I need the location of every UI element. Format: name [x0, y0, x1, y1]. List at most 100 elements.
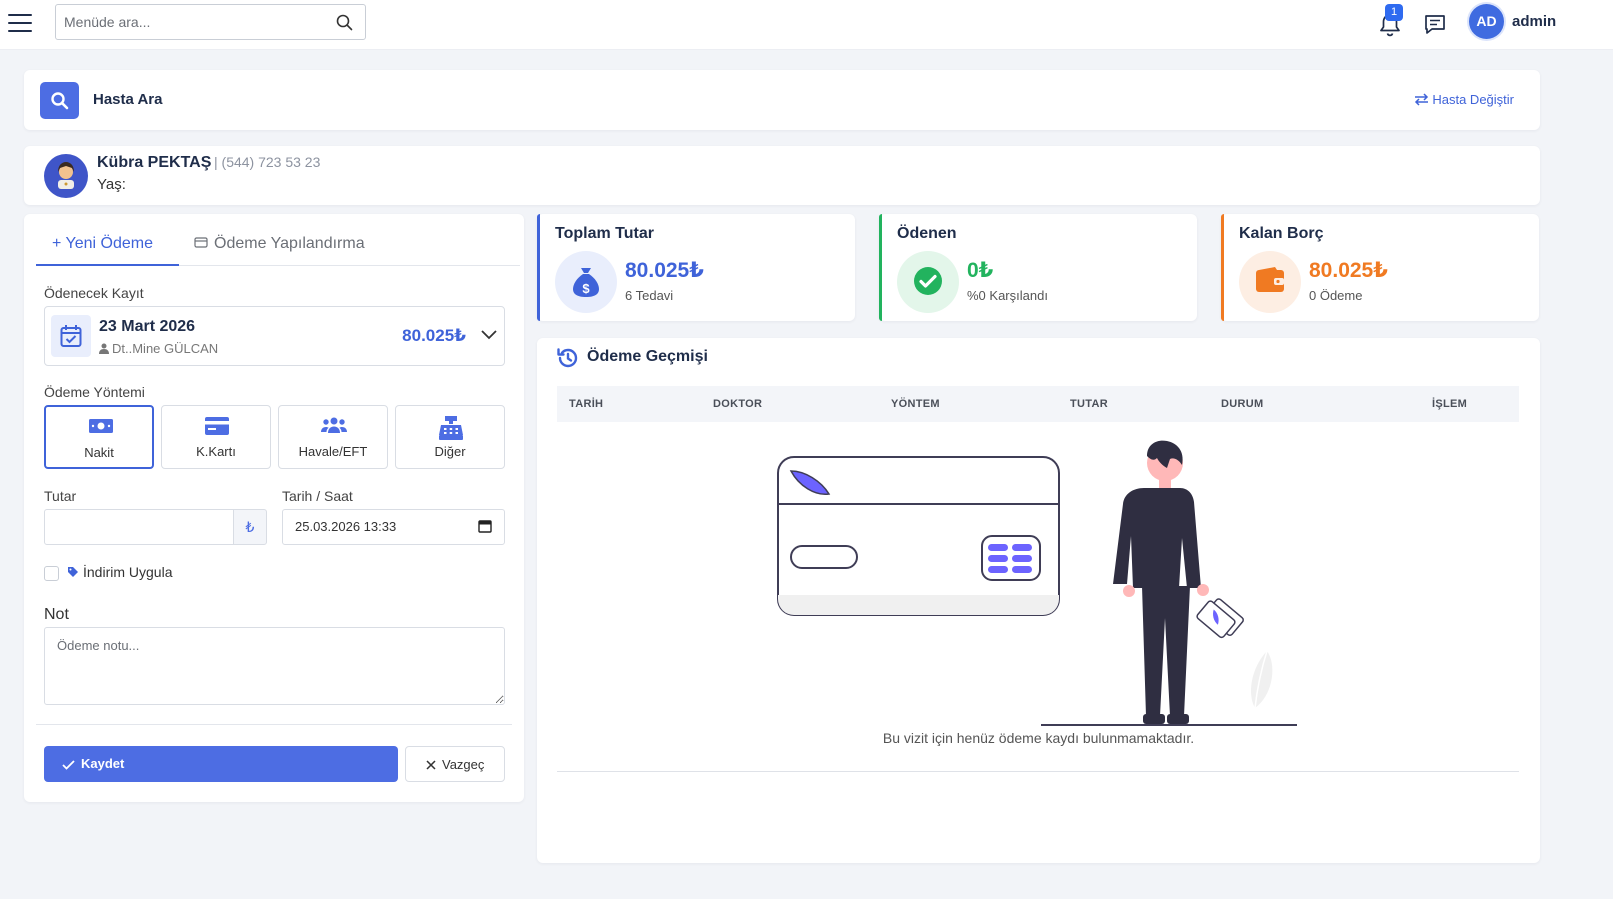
datetime-input[interactable]: 25.03.2026 13:33 [282, 509, 505, 545]
wallet-icon [1239, 251, 1301, 313]
stat-card-paid: Ödenen 0₺ %0 Karşılandı [879, 214, 1197, 321]
method-other-button[interactable]: Diğer [395, 405, 505, 469]
patient-search-title: Hasta Ara [93, 91, 163, 108]
note-textarea[interactable] [44, 627, 505, 705]
stat-accent-bar [1221, 214, 1224, 321]
stat-title: Ödenen [897, 225, 957, 242]
record-doctor: Dt..Mine GÜLCAN [99, 341, 218, 356]
method-transfer-label: Havale/EFT [298, 444, 368, 459]
top-navbar: 1 AD admin [0, 0, 1613, 50]
save-button[interactable]: Kaydet [44, 746, 398, 782]
search-icon[interactable] [336, 14, 353, 31]
discount-label[interactable]: İndirim Uygula [67, 564, 172, 580]
column-header-action: İŞLEM [1432, 398, 1468, 410]
history-divider [557, 771, 1519, 772]
tab-restructure-label: Ödeme Yapılandırma [214, 235, 365, 252]
method-cash-label: Nakit [84, 445, 114, 460]
calendar-check-icon [51, 315, 91, 357]
record-doctor-name: Dt..Mine GÜLCAN [112, 341, 219, 356]
stat-value: 80.025₺ [1309, 259, 1388, 282]
record-date: 23 Mart 2026 [99, 318, 196, 335]
datetime-value: 25.03.2026 13:33 [295, 519, 397, 534]
patient-age: Yaş: [97, 176, 126, 193]
change-patient-link[interactable]: Hasta Değiştir [1414, 92, 1514, 107]
stat-subtitle: 0 Ödeme [1309, 288, 1363, 303]
cash-register-icon [439, 416, 463, 440]
patient-avatar [44, 154, 88, 198]
stat-accent-bar [879, 214, 882, 321]
method-label: Ödeme Yöntemi [44, 384, 145, 400]
discount-label-text: İndirim Uygula [83, 564, 173, 580]
empty-history-message: Bu vizit için henüz ödeme kaydı bulunmam… [882, 730, 1195, 746]
column-header-doctor: DOKTOR [713, 398, 763, 410]
record-amount: 80.025₺ [402, 326, 466, 345]
stat-accent-bar [537, 214, 540, 321]
method-other-label: Diğer [434, 444, 466, 459]
hamburger-menu-icon[interactable] [8, 14, 32, 34]
note-label: Not [44, 606, 69, 623]
money-bag-icon: $ [555, 251, 617, 313]
method-card-label: K.Kartı [196, 444, 236, 459]
patient-search-button[interactable] [40, 82, 79, 119]
swap-icon [1415, 93, 1429, 106]
tab-payment-restructure[interactable]: Ödeme Yapılandırma [194, 230, 365, 266]
method-card-button[interactable]: K.Kartı [161, 405, 271, 469]
check-icon [62, 760, 75, 770]
stat-title: Toplam Tutar [555, 225, 654, 242]
column-header-amount: TUTAR [1070, 398, 1108, 410]
chevron-down-icon [481, 330, 497, 340]
payment-tabs: + Yeni Ödeme Ödeme Yapılandırma [36, 230, 520, 266]
cash-icon [89, 419, 113, 433]
change-patient-label: Hasta Değiştir [1432, 92, 1514, 107]
amount-input[interactable] [44, 509, 234, 545]
payment-history-card: Ödeme Geçmişi TARİH DOKTOR YÖNTEM TUTAR … [537, 338, 1540, 863]
stat-card-remaining: Kalan Borç 80.025₺ 0 Ödeme [1221, 214, 1539, 321]
notification-badge: 1 [1385, 4, 1403, 21]
column-header-method: YÖNTEM [891, 398, 940, 410]
column-header-status: DURUM [1221, 398, 1264, 410]
patient-info-card: Kübra PEKTAŞ | (544) 723 53 23 Yaş: [24, 146, 1540, 205]
history-table-header: TARİH DOKTOR YÖNTEM TUTAR DURUM İŞLEM [557, 386, 1519, 422]
cancel-button-label: Vazgeç [442, 757, 485, 772]
stat-card-total: Toplam Tutar $ 80.025₺ 6 Tedavi [537, 214, 855, 321]
history-title: Ödeme Geçmişi [587, 348, 708, 365]
tab-new-payment[interactable]: + Yeni Ödeme [36, 230, 179, 266]
doctor-icon [99, 343, 109, 354]
form-divider [36, 724, 512, 725]
save-button-label: Kaydet [81, 756, 125, 771]
patient-phone: | (544) 723 53 23 [214, 154, 320, 170]
patient-search-card: Hasta Ara Hasta Değiştir [24, 70, 1540, 130]
stat-subtitle: %0 Karşılandı [967, 288, 1048, 303]
tag-icon [68, 567, 78, 577]
phone-text: | (544) 723 53 23 [214, 154, 321, 170]
record-select[interactable]: 23 Mart 2026 Dt..Mine GÜLCAN 80.025₺ [44, 306, 505, 366]
card-icon [194, 237, 208, 248]
discount-checkbox[interactable] [44, 566, 59, 581]
stat-value: 80.025₺ [625, 259, 704, 282]
chat-icon[interactable] [1423, 12, 1447, 36]
amount-label: Tutar [44, 488, 77, 504]
payment-form-card: + Yeni Ödeme Ödeme Yapılandırma Ödenecek… [24, 214, 524, 802]
record-label: Ödenecek Kayıt [44, 285, 144, 301]
close-icon [426, 760, 436, 770]
column-header-date: TARİH [569, 398, 604, 410]
method-transfer-button[interactable]: Havale/EFT [278, 405, 388, 469]
empty-payment-illustration [777, 440, 1297, 726]
stat-subtitle: 6 Tedavi [625, 288, 674, 303]
users-icon [321, 417, 347, 433]
datetime-label: Tarih / Saat [282, 488, 353, 504]
search-icon [51, 92, 69, 110]
user-avatar[interactable]: AD [1469, 4, 1504, 39]
patient-name: Kübra PEKTAŞ [97, 154, 212, 171]
stat-title: Kalan Borç [1239, 225, 1324, 242]
svg-text:$: $ [582, 281, 590, 296]
method-cash-button[interactable]: Nakit [44, 405, 154, 469]
history-icon [557, 348, 578, 368]
user-name[interactable]: admin [1512, 13, 1556, 30]
cancel-button[interactable]: Vazgeç [405, 746, 505, 782]
stat-value: 0₺ [967, 259, 994, 282]
calendar-icon[interactable] [478, 519, 492, 533]
menu-search-input[interactable] [56, 5, 326, 39]
menu-search-box [55, 4, 366, 40]
credit-card-icon [205, 417, 229, 435]
